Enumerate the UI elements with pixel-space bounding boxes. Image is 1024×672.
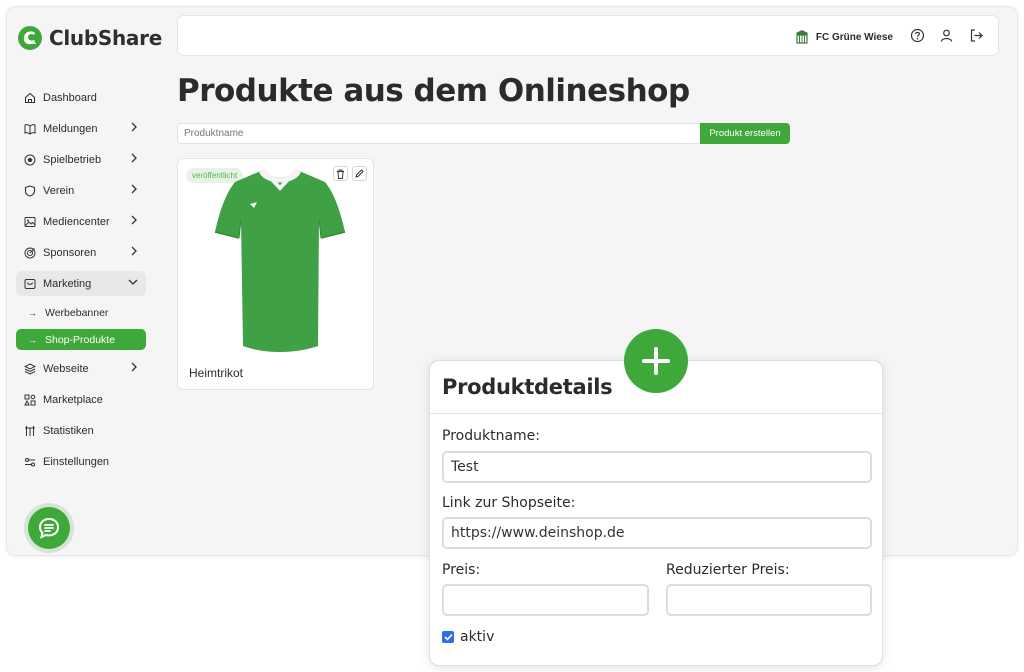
shield-icon (23, 184, 36, 197)
image-icon (23, 215, 36, 228)
sidebar-subitem-shop-produkte[interactable]: → Shop-Produkte (16, 329, 146, 350)
page-title: Produkte aus dem Onlineshop (177, 73, 690, 109)
reduced-price-label: Reduzierter Preis: (666, 562, 790, 578)
chevron-down-icon (128, 277, 138, 289)
user-icon[interactable] (939, 28, 954, 48)
sidebar-item-label: Einstellungen (43, 455, 110, 468)
price-label: Preis: (442, 562, 481, 578)
chevron-right-icon (130, 215, 138, 228)
ball-icon (23, 153, 36, 166)
chevron-right-icon (130, 184, 138, 197)
chat-icon (38, 517, 60, 539)
sidebar-item-label: Dashboard (43, 91, 97, 104)
marketing-icon (23, 277, 36, 290)
sidebar-item-label: Verein (43, 184, 75, 197)
club-name: FC Grüne Wiese (815, 31, 893, 43)
product-title: Heimtrikot (189, 366, 244, 380)
sidebar-item-meldungen[interactable]: Meldungen (16, 116, 146, 141)
chevron-right-icon (130, 153, 138, 166)
sidebar-item-webseite[interactable]: Webseite (16, 356, 146, 381)
logo-text: ClubShare (49, 26, 162, 50)
club-crest-icon (795, 30, 808, 44)
sidebar-item-label: Webseite (43, 362, 89, 375)
shop-link-input[interactable] (442, 517, 872, 549)
sidebar-item-label: Shop-Produkte (45, 333, 116, 346)
active-label: aktiv (460, 629, 495, 645)
target-icon (23, 246, 36, 259)
marketplace-icon (23, 393, 36, 406)
active-checkbox[interactable] (442, 631, 454, 643)
sidebar-item-statistiken[interactable]: Statistiken (16, 418, 146, 443)
sidebar-item-label: Spielbetrieb (43, 153, 102, 166)
product-name-input[interactable] (442, 451, 872, 483)
dialog-title: Produktdetails (442, 375, 613, 399)
book-icon (23, 122, 36, 135)
sidebar-item-marketplace[interactable]: Marketplace (16, 387, 146, 412)
pencil-icon (355, 169, 364, 178)
sidebar-item-label: Mediencenter (43, 215, 110, 228)
clubshare-logo-icon (18, 26, 42, 50)
sidebar-nav: Dashboard Meldungen Spielbetrieb Verein … (16, 85, 146, 480)
arrow-right-icon: → (28, 334, 37, 345)
logout-icon[interactable] (969, 28, 984, 48)
product-details-dialog: Produktdetails Produktname: Link zur Sho… (429, 360, 883, 666)
help-icon[interactable] (910, 28, 925, 48)
chevron-right-icon (130, 122, 138, 135)
sidebar-item-label: Marketing (43, 277, 92, 290)
sidebar-item-spielbetrieb[interactable]: Spielbetrieb (16, 147, 146, 172)
create-product-button[interactable]: Produkt erstellen (700, 123, 790, 144)
logo[interactable]: ClubShare (17, 25, 162, 51)
add-product-button[interactable] (624, 329, 688, 393)
checkmark-icon (443, 633, 453, 641)
sidebar-item-dashboard[interactable]: Dashboard (16, 85, 146, 110)
arrow-right-icon: → (28, 307, 37, 318)
layers-icon (23, 362, 36, 375)
sidebar-item-verein[interactable]: Verein (16, 178, 146, 203)
product-name-label: Produktname: (442, 428, 540, 444)
active-checkbox-row[interactable]: aktiv (442, 629, 494, 645)
chevron-right-icon (130, 362, 138, 375)
sidebar-item-label: Werbebanner (45, 306, 109, 319)
sidebar-item-marketing[interactable]: Marketing (16, 271, 146, 296)
stats-icon (23, 424, 36, 437)
sidebar-item-mediencenter[interactable]: Mediencenter (16, 209, 146, 234)
top-bar: FC Grüne Wiese (177, 15, 999, 56)
reduced-price-input[interactable] (666, 584, 872, 616)
sidebar-item-label: Meldungen (43, 122, 98, 135)
sidebar-subitem-werbebanner[interactable]: → Werbebanner (16, 302, 146, 323)
settings-icon (23, 455, 36, 468)
sidebar-item-label: Sponsoren (43, 246, 97, 259)
product-search-input[interactable] (177, 123, 700, 144)
product-card[interactable]: veröffentlicht Heimtrikot (177, 158, 374, 390)
sidebar-item-label: Statistiken (43, 424, 94, 437)
sidebar-item-sponsoren[interactable]: Sponsoren (16, 240, 146, 265)
product-image-jersey (214, 168, 346, 352)
price-input[interactable] (442, 584, 649, 616)
sidebar-item-einstellungen[interactable]: Einstellungen (16, 449, 146, 474)
sidebar-item-label: Marketplace (43, 393, 103, 406)
plus-icon (642, 347, 670, 375)
chat-button[interactable] (28, 507, 70, 549)
shop-link-label: Link zur Shopseite: (442, 495, 576, 511)
search-row: Produkt erstellen (177, 123, 790, 144)
chevron-right-icon (130, 246, 138, 259)
home-icon (23, 91, 36, 104)
club-selector[interactable]: FC Grüne Wiese (794, 29, 893, 45)
